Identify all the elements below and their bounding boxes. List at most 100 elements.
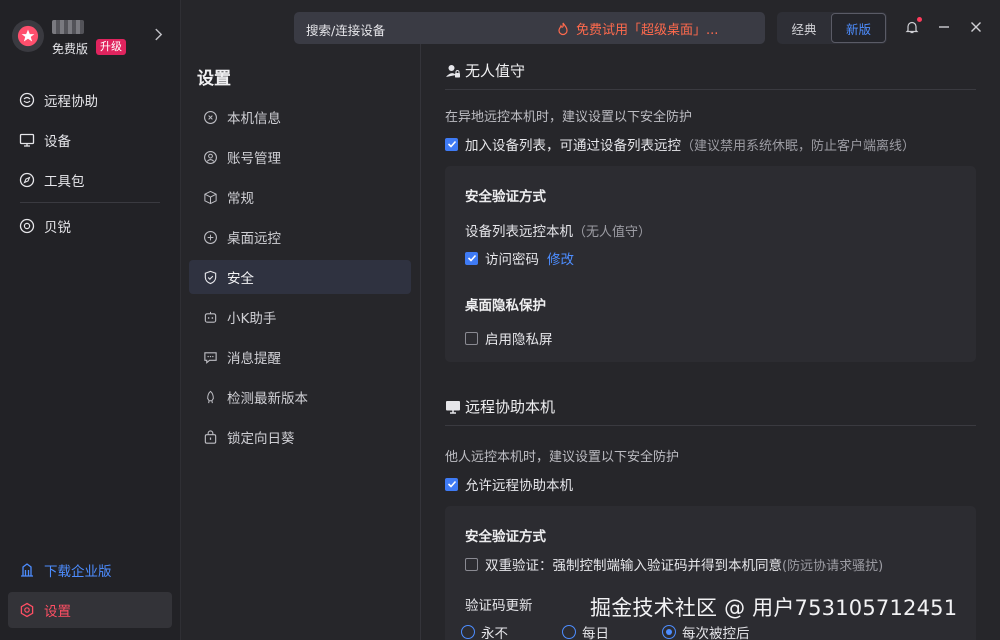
remote-sub-title: 设备列表远控本机（无人值守） (465, 220, 651, 240)
promo-text: 免费试用「超级桌面」... (576, 23, 719, 38)
radio-off-icon[interactable] (461, 625, 475, 639)
remote-sub-text: 设备列表远控本机 (465, 224, 573, 240)
settings-item-security[interactable]: 安全 (189, 260, 411, 294)
radio-daily[interactable]: 每日 (562, 622, 609, 640)
user-lock-icon (446, 64, 460, 77)
hexagon-gear-icon (18, 601, 36, 619)
nav-remote-assist[interactable]: 远程协助 (8, 83, 172, 117)
settings-item-account[interactable]: 账号管理 (189, 140, 411, 174)
settings-item-k-assistant[interactable]: 小K助手 (189, 300, 411, 334)
unattended-hint: 在异地远控本机时，建议设置以下安全防护 (445, 110, 693, 125)
settings-item-desktop-control[interactable]: 桌面远控 (189, 220, 411, 254)
radio-label: 每次被控后 (682, 626, 750, 640)
search-connect-bar[interactable]: 搜索/连接设备 免费试用「超级桌面」... (294, 12, 765, 44)
checkbox-note: （建议禁用系统休眠，防止客户端离线） (681, 138, 916, 154)
search-label: 搜索/连接设备 (306, 23, 386, 38)
download-label: 下载企业版 (44, 564, 112, 580)
radio-label: 每日 (582, 626, 609, 640)
mode-switch: 经典 新版 (777, 12, 887, 44)
radio-off-icon[interactable] (562, 625, 576, 639)
radio-after-control[interactable]: 每次被控后 (662, 622, 750, 640)
robot-icon (201, 308, 219, 326)
code-update-title: 验证码更新 (465, 598, 533, 614)
message-icon (201, 348, 219, 366)
user-profile[interactable]: 免费版 升级 (12, 20, 172, 60)
minimize-icon[interactable] (933, 16, 955, 38)
settings-title: 设置 (197, 69, 231, 89)
notification-bell-icon[interactable] (901, 16, 923, 38)
edition-label: 免费版 (52, 42, 89, 56)
add-device-list-checkbox[interactable]: 加入设备列表，可通过设备列表远控 （建议禁用系统休眠，防止客户端离线） (445, 134, 915, 154)
assist-hint: 他人远控本机时，建议设置以下安全防护 (445, 450, 680, 465)
radio-label: 永不 (481, 626, 508, 640)
shield-icon (201, 268, 219, 286)
notification-dot (917, 17, 922, 22)
upgrade-badge[interactable]: 升级 (96, 39, 126, 55)
settings-item-label: 安全 (227, 271, 254, 287)
allow-assist-checkbox[interactable]: 允许远程协助本机 (445, 474, 573, 494)
section-title-text: 无人值守 (465, 62, 526, 80)
checkbox-label: 访问密码 (485, 252, 539, 268)
checkbox-label: 允许远程协助本机 (465, 478, 573, 494)
download-enterprise-link[interactable]: 下载企业版 (8, 553, 172, 587)
close-icon[interactable] (965, 16, 987, 38)
left-sidebar: 免费版 升级 远程协助 设备 工具包 贝锐 下载企业版 设置 (0, 0, 181, 640)
settings-menu: 设置 本机信息 账号管理 常规 桌面远控 安全 小K助手 消息提醒 检测最新版本… (181, 44, 421, 640)
rocket-icon (201, 388, 219, 406)
checkbox-checked-icon[interactable] (445, 477, 458, 491)
settings-item-label: 小K助手 (227, 311, 277, 327)
user-gear-icon (201, 148, 219, 166)
nav-settings[interactable]: 设置 (8, 592, 172, 628)
settings-item-lock[interactable]: 锁定向日葵 (189, 420, 411, 454)
assist-section-title: 远程协助本机 (445, 388, 976, 426)
access-password-checkbox[interactable]: 访问密码 修改 (465, 248, 574, 268)
nav-label: 贝锐 (44, 220, 71, 236)
settings-item-notifications[interactable]: 消息提醒 (189, 340, 411, 374)
username-blurred (52, 20, 84, 34)
verify-method-title: 安全验证方式 (465, 189, 546, 205)
nav-label: 工具包 (44, 174, 85, 190)
chevron-right-icon[interactable] (154, 28, 163, 45)
cube-icon (201, 188, 219, 206)
promo-link[interactable]: 免费试用「超级桌面」... (556, 19, 718, 38)
settings-item-general[interactable]: 常规 (189, 180, 411, 214)
mode-new-button[interactable]: 新版 (831, 13, 886, 43)
double-verify-checkbox[interactable]: 双重验证：强制控制端输入验证码并得到本机同意 (防远协请求骚扰) (465, 554, 883, 574)
avatar[interactable] (12, 20, 44, 52)
nav-divider (20, 202, 160, 203)
checkbox-label: 加入设备列表，可通过设备列表远控 (465, 138, 681, 154)
desktop-control-icon (201, 228, 219, 246)
nav-oray[interactable]: 贝锐 (8, 209, 172, 243)
monitor-filled-icon (446, 400, 460, 414)
radio-never[interactable]: 永不 (461, 622, 508, 640)
modify-password-link[interactable]: 修改 (547, 248, 574, 268)
checkbox-unchecked-icon[interactable] (465, 331, 478, 345)
mode-classic-button[interactable]: 经典 (777, 12, 831, 44)
nav-label: 远程协助 (44, 94, 98, 110)
nav-devices[interactable]: 设备 (8, 123, 172, 157)
settings-item-label: 桌面远控 (227, 231, 281, 247)
checkbox-checked-icon[interactable] (445, 137, 458, 151)
flame-icon (558, 22, 568, 35)
radio-on-icon[interactable] (662, 625, 676, 639)
star-avatar-icon (17, 25, 39, 47)
checkbox-label: 双重验证：强制控制端输入验证码并得到本机同意 (485, 558, 782, 574)
nav-toolkit[interactable]: 工具包 (8, 163, 172, 197)
lock-icon (201, 428, 219, 446)
settings-item-device-info[interactable]: 本机信息 (189, 100, 411, 134)
checkbox-unchecked-icon[interactable] (465, 557, 478, 571)
monitor-icon (18, 131, 36, 149)
building-icon (18, 561, 36, 579)
privacy-title: 桌面隐私保护 (465, 298, 546, 314)
remote-assist-icon (18, 91, 36, 109)
checkbox-checked-icon[interactable] (465, 251, 478, 265)
info-circle-icon (201, 108, 219, 126)
unattended-section-title: 无人值守 (445, 52, 976, 90)
settings-item-check-update[interactable]: 检测最新版本 (189, 380, 411, 414)
compass-icon (18, 171, 36, 189)
settings-item-label: 消息提醒 (227, 351, 281, 367)
settings-label: 设置 (44, 604, 71, 620)
checkbox-note: (防远协请求骚扰) (782, 558, 884, 574)
verify-method-title: 安全验证方式 (465, 529, 546, 545)
privacy-screen-checkbox[interactable]: 启用隐私屏 (465, 328, 553, 348)
